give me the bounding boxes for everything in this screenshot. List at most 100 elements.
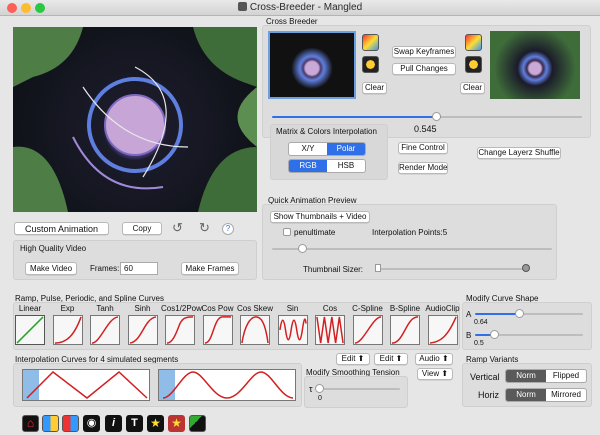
thumbnail-sizer-slider[interactable] <box>375 268 525 270</box>
curve-label-6: Cos Skew <box>236 304 273 313</box>
window-title: Cross-Breeder - Mangled <box>0 2 600 13</box>
b-slider-knob[interactable] <box>490 330 499 339</box>
horiz-norm-option[interactable]: Norm <box>506 389 546 401</box>
curve-plot-8 <box>316 316 344 344</box>
curve-label-10: B-Spline <box>389 304 421 313</box>
vertical-segmented-control: Norm Flipped <box>505 369 587 383</box>
left-keyframe-thumbnail[interactable] <box>268 31 356 99</box>
curve-thumbnail-0[interactable] <box>15 315 45 345</box>
curve-plot-3 <box>129 316 156 344</box>
make-video-button[interactable]: Make Video <box>25 262 77 275</box>
custom-animation-button[interactable]: Custom Animation <box>14 222 109 235</box>
redo-icon[interactable]: ↻ <box>199 221 210 234</box>
grid-icon[interactable] <box>62 415 79 432</box>
polar-option[interactable]: Polar <box>327 143 365 155</box>
undo-icon[interactable]: ↺ <box>172 221 183 234</box>
main-fractal-preview <box>13 27 257 212</box>
curve-label-4: Cos1/2Pow <box>161 304 202 313</box>
interpolation-points-knob[interactable] <box>298 244 307 253</box>
text-icon[interactable]: T <box>126 415 143 432</box>
curve-label-0: Linear <box>18 304 42 313</box>
make-frames-button[interactable]: Make Frames <box>181 262 239 275</box>
audio-button[interactable]: Audio ⬆ <box>415 353 453 365</box>
curve-thumbnail-8[interactable] <box>315 315 345 345</box>
curve-label-9: C-Spline <box>352 304 383 313</box>
view-button[interactable]: View ⬆ <box>417 368 453 380</box>
edit-button-2[interactable]: Edit ⬆ <box>374 353 408 365</box>
curve-thumbnail-1[interactable] <box>52 315 83 345</box>
curve-plot-1 <box>54 316 82 344</box>
paint-palette-icon-left[interactable] <box>362 34 379 51</box>
curve-plot-5 <box>204 316 231 344</box>
interp-curve-2-plot <box>159 370 294 400</box>
smoothing-slider-knob[interactable] <box>315 384 324 393</box>
smoothing-slider[interactable] <box>318 388 400 390</box>
thumbnail-sizer-knob[interactable] <box>375 264 381 272</box>
curve-thumbnail-7[interactable] <box>277 315 308 345</box>
window-icon[interactable] <box>189 415 206 432</box>
render-mode-button[interactable]: Render Mode <box>398 162 448 174</box>
curve-plot-9 <box>354 316 381 344</box>
penultimate-checkbox[interactable] <box>283 228 291 236</box>
paint-palette-icon-right[interactable] <box>465 34 482 51</box>
curve-thumbnail-2[interactable] <box>90 315 120 345</box>
curve-label-3: Sinh <box>134 304 151 313</box>
arrow-up-icon: ⬆ <box>442 354 449 363</box>
change-layerz-shuffle-button[interactable]: Change Layerz Shuffle <box>477 147 561 159</box>
favorite-icon[interactable]: ★ <box>168 415 185 432</box>
curve-thumbnail-3[interactable] <box>127 315 158 345</box>
right-keyframe-thumbnail[interactable] <box>490 31 580 99</box>
curve-label-1: Exp <box>60 304 75 313</box>
crossbreed-slider-knob[interactable] <box>432 112 441 121</box>
vertical-norm-option[interactable]: Norm <box>506 370 546 382</box>
curve-label-7: Sin <box>286 304 299 313</box>
horiz-mirrored-option[interactable]: Mirrored <box>546 389 586 401</box>
arrow-up-icon: ⬆ <box>357 354 365 363</box>
curve-label-8: Cos <box>322 304 338 313</box>
edit-button-1[interactable]: Edit ⬆ <box>336 353 370 365</box>
home-icon[interactable]: ⌂ <box>22 415 39 432</box>
crossbreed-slider-track[interactable] <box>272 116 582 118</box>
hsb-option[interactable]: HSB <box>327 160 365 172</box>
thumbnail-sizer-reset-icon[interactable] <box>522 264 530 272</box>
curve-thumbnail-11[interactable] <box>427 315 458 345</box>
info-icon[interactable]: i <box>105 415 122 432</box>
help-button[interactable]: ? <box>222 223 234 235</box>
penultimate-label: penultimate <box>294 228 336 237</box>
copy-button[interactable]: Copy <box>122 222 162 235</box>
clear-right-button[interactable]: Clear <box>460 82 485 94</box>
curve-thumbnail-9[interactable] <box>352 315 383 345</box>
clear-left-button[interactable]: Clear <box>362 82 387 94</box>
curve-plot-4 <box>166 316 194 344</box>
pull-changes-button[interactable]: Pull Changes <box>392 63 456 75</box>
interp-curve-1[interactable] <box>22 369 150 401</box>
layers-icon[interactable] <box>42 415 59 432</box>
frames-input[interactable]: 60 <box>120 262 158 275</box>
frames-label: Frames: <box>90 264 120 273</box>
hq-video-heading: High Quality Video <box>20 244 87 253</box>
fine-control-button[interactable]: Fine Control <box>398 142 448 154</box>
vertical-flipped-option[interactable]: Flipped <box>546 370 586 382</box>
show-thumbnails-button[interactable]: Show Thumbnails + Video <box>270 211 370 223</box>
interpolation-points-label: Interpolation Points:5 <box>372 228 448 237</box>
thumbnail-sizer-label: Thumbnail Sizer: <box>303 265 364 274</box>
smoothing-value: 0 <box>318 395 322 402</box>
a-slider-knob[interactable] <box>515 309 524 318</box>
curve-thumbnail-4[interactable] <box>165 315 195 345</box>
interpolation-points-slider[interactable] <box>272 248 552 250</box>
face-icon-right[interactable] <box>465 56 482 73</box>
star-icon[interactable]: ★ <box>147 415 164 432</box>
interp-curve-1-plot <box>23 370 148 400</box>
b-value: 0.5 <box>474 340 484 347</box>
curve-thumbnail-6[interactable] <box>240 315 270 345</box>
curve-label-5: Cos Pow <box>201 304 234 313</box>
interp-curve-2[interactable] <box>158 369 296 401</box>
rgb-option[interactable]: RGB <box>289 160 327 172</box>
face-icon-left[interactable] <box>362 56 379 73</box>
swap-keyframes-button[interactable]: Swap Keyframes <box>392 46 456 58</box>
curve-thumbnail-10[interactable] <box>390 315 420 345</box>
curve-thumbnail-5[interactable] <box>202 315 233 345</box>
eye-icon[interactable]: ◉ <box>83 415 100 432</box>
xy-option[interactable]: X/Y <box>289 143 327 155</box>
a-slider[interactable] <box>475 313 583 315</box>
